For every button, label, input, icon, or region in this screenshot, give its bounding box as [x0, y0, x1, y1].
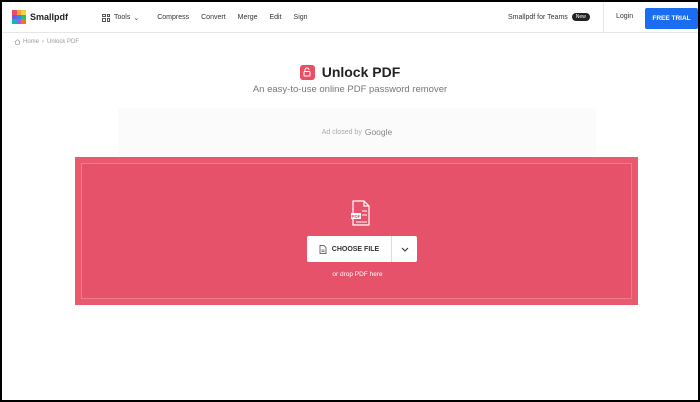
choose-file-button[interactable]: CHOOSE FILE — [307, 236, 391, 262]
page-subtitle: An easy-to-use online PDF password remov… — [252, 84, 448, 95]
drop-hint: or drop PDF here — [332, 271, 383, 278]
grid-icon — [102, 13, 110, 22]
pdf-label: PDF — [352, 214, 361, 219]
choose-file-control: CHOOSE FILE — [307, 236, 417, 262]
pdf-file-icon: PDF — [351, 200, 370, 226]
breadcrumb-separator: › — [42, 39, 45, 45]
nav-edit[interactable]: Edit — [269, 14, 281, 21]
new-badge: New — [571, 13, 590, 21]
choose-file-label: CHOOSE FILE — [331, 245, 380, 253]
breadcrumb-home[interactable]: Home — [23, 39, 39, 45]
nav-tools[interactable]: Tools ⌄ — [102, 13, 140, 22]
teams-label: Smallpdf for Teams — [508, 13, 568, 21]
document-icon — [319, 244, 327, 254]
ad-closed-text: Ad closed by — [321, 128, 362, 136]
nav-sign[interactable]: Sign — [294, 14, 308, 21]
chevron-down-icon — [401, 247, 408, 252]
google-label: Google — [364, 127, 393, 137]
breadcrumb-current: Unlock PDF — [47, 39, 80, 45]
nav-compress[interactable]: Compress — [157, 14, 189, 21]
header-divider — [603, 2, 604, 33]
drop-zone-inner: PDF CHOOSE FILE or drop PDF here — [81, 163, 632, 299]
logo-icon — [12, 10, 26, 24]
file-drop-zone[interactable]: PDF CHOOSE FILE or drop PDF here — [75, 157, 638, 305]
page-title: Unlock PDF — [321, 64, 401, 80]
chevron-down-icon: ⌄ — [133, 14, 140, 22]
login-link[interactable]: Login — [616, 13, 633, 20]
teams-link[interactable]: Smallpdf for Teams New — [508, 13, 590, 21]
home-icon — [14, 39, 21, 45]
main-nav: Tools ⌄ Compress Convert Merge Edit Sign — [102, 2, 320, 33]
nav-merge[interactable]: Merge — [238, 14, 258, 21]
brand-name: Smallpdf — [30, 12, 69, 22]
nav-tools-label: Tools — [114, 14, 131, 21]
smallpdf-logo[interactable]: Smallpdf — [12, 10, 68, 24]
free-trial-button[interactable]: FREE TRIAL — [645, 8, 698, 29]
nav-convert[interactable]: Convert — [201, 14, 226, 21]
breadcrumb: Home › Unlock PDF — [14, 39, 79, 45]
browser-viewport: Smallpdf Tools ⌄ Compress Convert Merge … — [2, 2, 698, 400]
choose-file-options-button[interactable] — [392, 236, 417, 262]
top-navbar: Smallpdf Tools ⌄ Compress Convert Merge … — [2, 2, 698, 33]
ad-placeholder: Ad closed by Google — [118, 108, 596, 156]
page-heading: Unlock PDF — [2, 64, 698, 80]
unlock-icon — [299, 64, 315, 80]
